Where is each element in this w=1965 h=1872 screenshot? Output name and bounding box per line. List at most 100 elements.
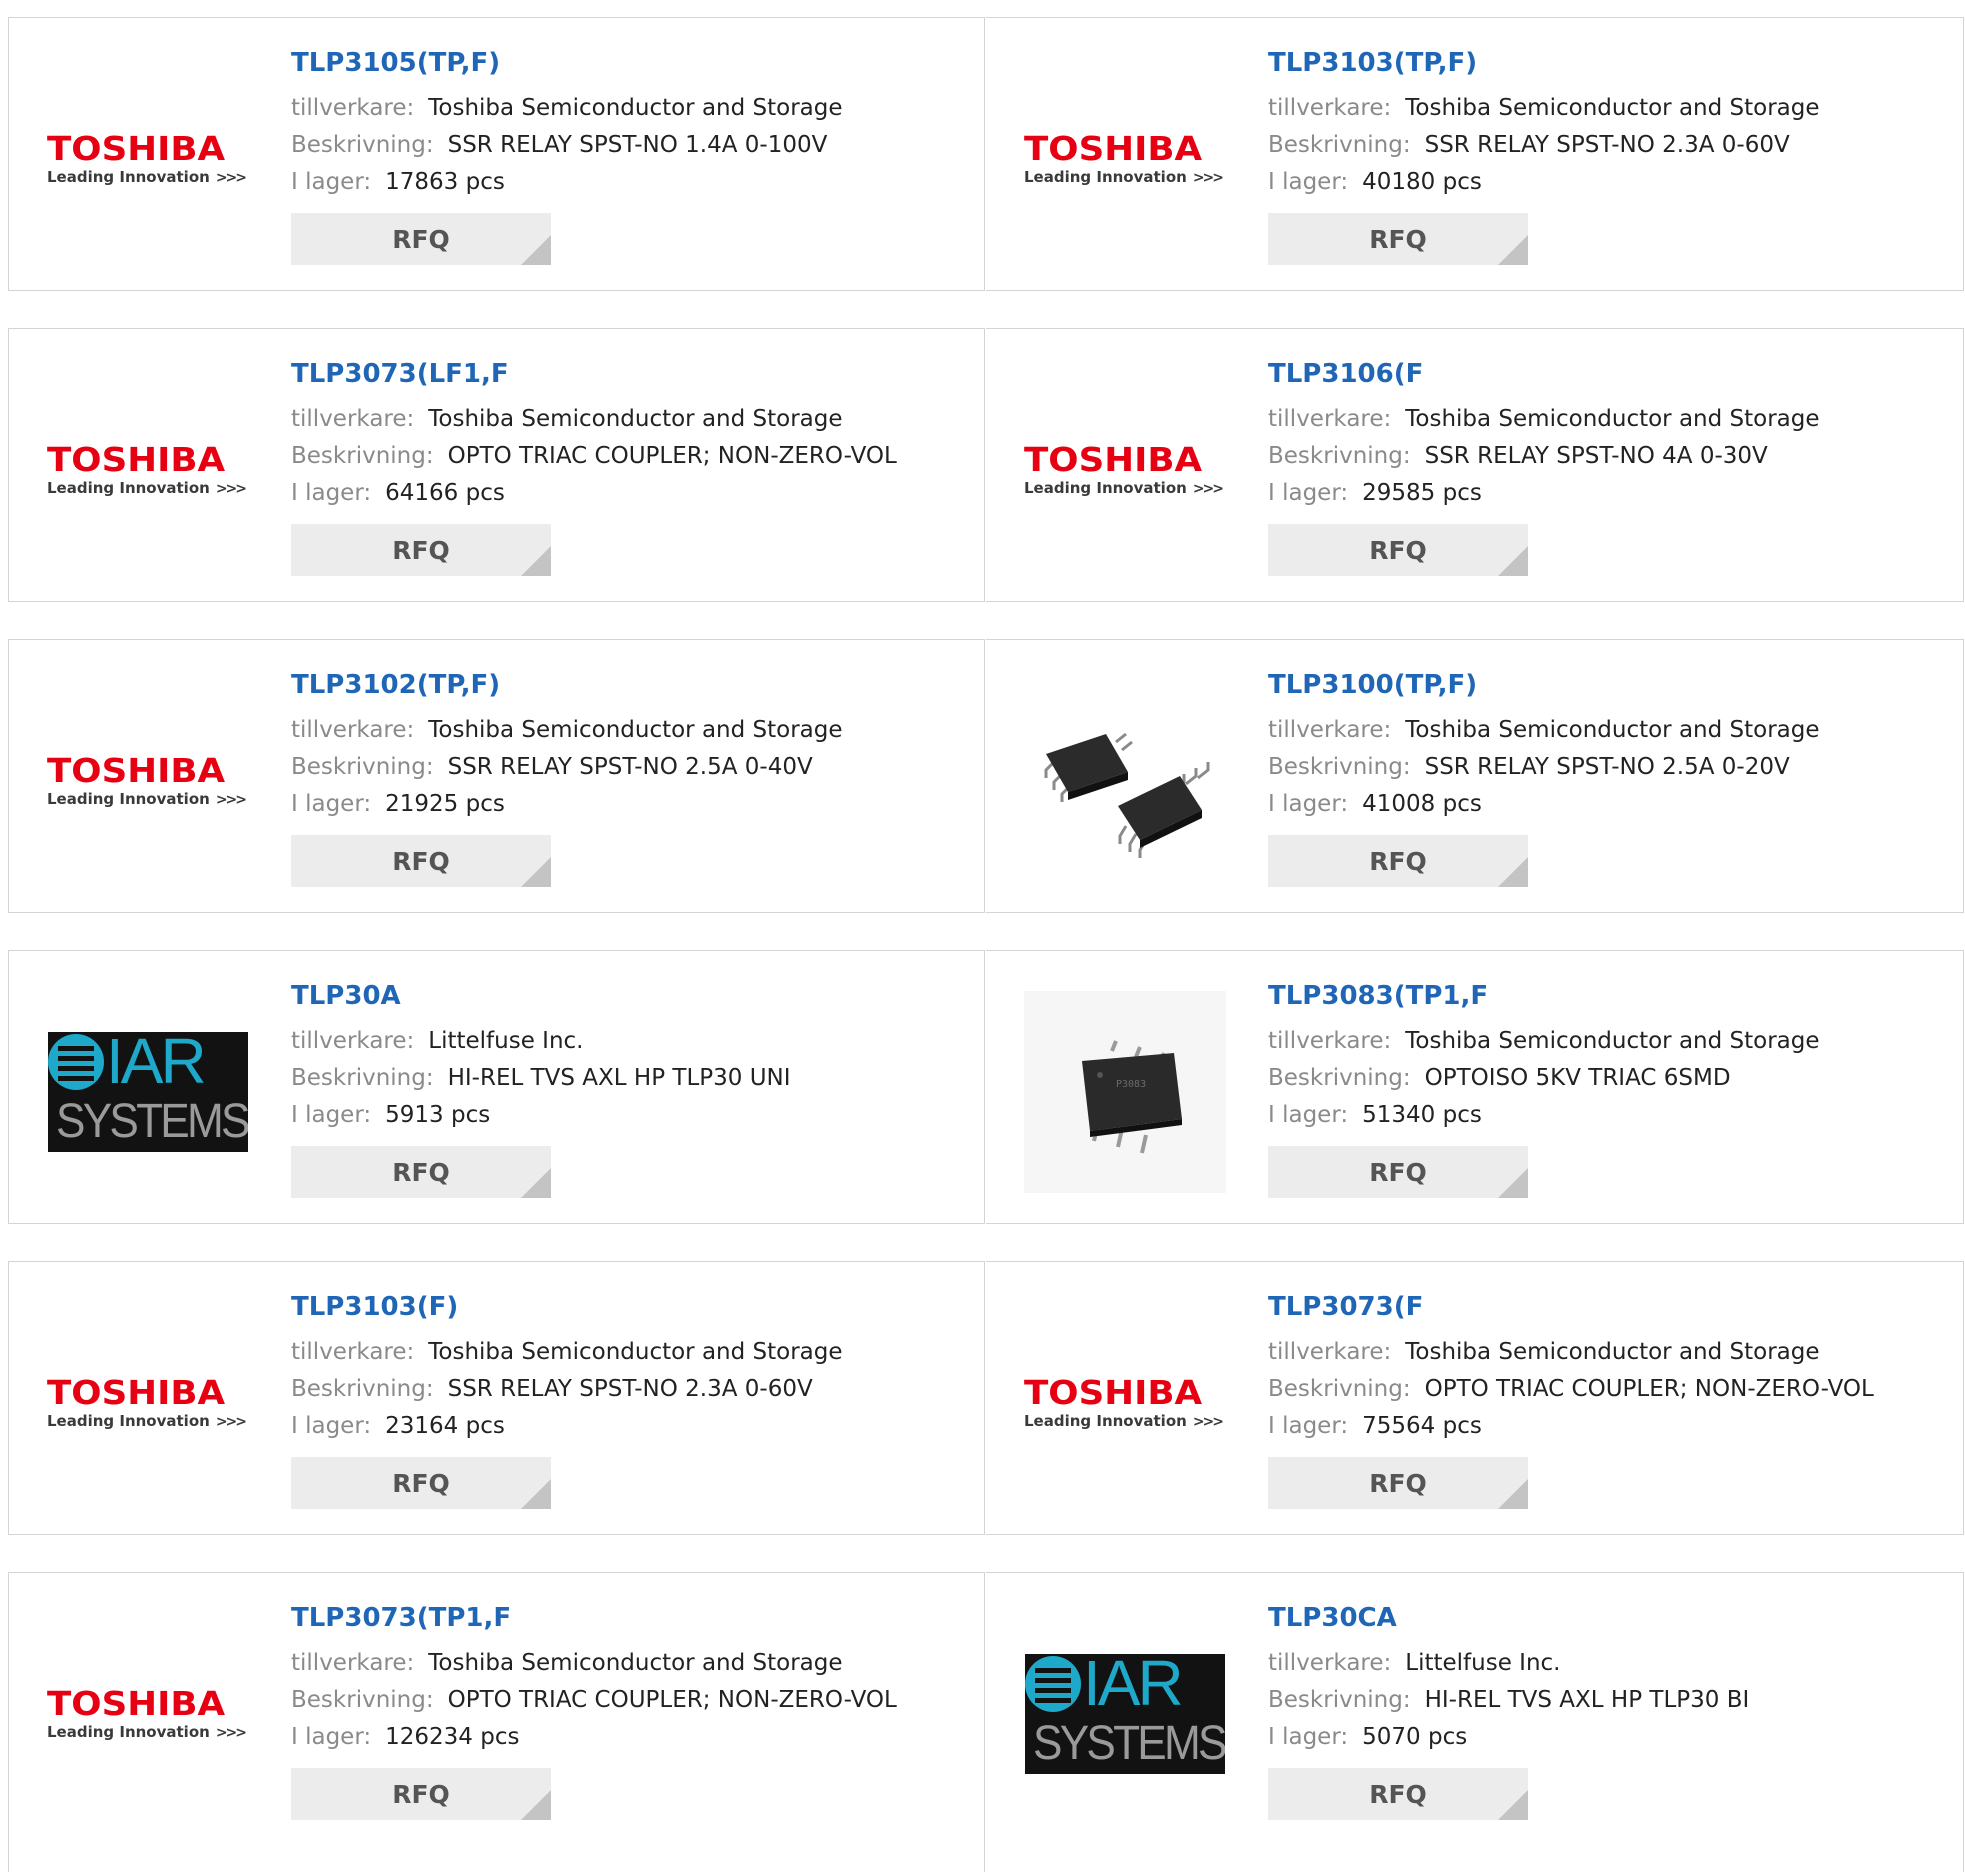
product-name-link[interactable]: TLP3106(F	[1268, 357, 1820, 391]
stock-line: I lager: 64166 pcs	[291, 475, 897, 512]
product-thumbnail[interactable]: P3083	[1024, 991, 1226, 1193]
product-info: TLP30A tillverkare: Littelfuse Inc. Beskr…	[291, 979, 791, 1198]
stock-line: I lager: 41008 pcs	[1268, 786, 1820, 823]
rfq-button-label: RFQ	[392, 535, 450, 565]
product-thumbnail[interactable]: TOSHIBA Leading Innovation >>>	[47, 1302, 249, 1504]
chevrons-icon: >>>	[215, 480, 247, 497]
description-label: Beskrivning:	[1268, 1065, 1411, 1091]
product-name-link[interactable]: TLP3103(F)	[291, 1290, 843, 1324]
stock-label: I lager:	[1268, 1413, 1349, 1439]
toshiba-logo-tagline: Leading Innovation >>>	[1024, 1411, 1224, 1430]
product-thumbnail[interactable]: TOSHIBA Leading Innovation >>>	[47, 680, 249, 882]
iar-logo-letters: IAR	[1083, 1654, 1184, 1719]
rfq-button[interactable]: RFQ	[1268, 1768, 1528, 1820]
product-thumbnail[interactable]: TOSHIBA Leading Innovation >>>	[1024, 58, 1226, 260]
stock-line: I lager: 29585 pcs	[1268, 475, 1820, 512]
rfq-button[interactable]: RFQ	[291, 1768, 551, 1820]
product-name-link[interactable]: TLP3105(TP,F)	[291, 46, 843, 80]
product-thumbnail[interactable]: TOSHIBA Leading Innovation >>>	[1024, 1302, 1226, 1504]
rfq-button[interactable]: RFQ	[1268, 835, 1528, 887]
product-thumbnail[interactable]: TOSHIBA Leading Innovation >>>	[47, 369, 249, 571]
product-thumbnail[interactable]: TOSHIBA Leading Innovation >>>	[47, 1613, 249, 1815]
manufacturer-value: Toshiba Semiconductor and Storage	[1405, 1339, 1820, 1365]
toshiba-logo: TOSHIBA Leading Innovation >>>	[1024, 1374, 1226, 1432]
manufacturer-line: tillverkare: Littelfuse Inc.	[1268, 1645, 1749, 1682]
rfq-button[interactable]: RFQ	[1268, 1146, 1528, 1198]
manufacturer-label: tillverkare:	[291, 717, 415, 743]
product-name-link[interactable]: TLP30A	[291, 979, 791, 1013]
rfq-button-label: RFQ	[1369, 846, 1427, 876]
rfq-button[interactable]: RFQ	[1268, 213, 1528, 265]
iar-logo-letters: IAR	[106, 1032, 207, 1097]
product-info: TLP3105(TP,F) tillverkare: Toshiba Semico…	[291, 46, 843, 265]
product-thumbnail[interactable]: TOSHIBA Leading Innovation >>>	[47, 58, 249, 260]
description-label: Beskrivning:	[1268, 1687, 1411, 1713]
product-grid: TOSHIBA Leading Innovation >>> TLP3105(TP…	[0, 0, 1965, 1872]
product-card: TOSHIBA Leading Innovation >>> TLP3106(F …	[986, 328, 1964, 602]
product-name-link[interactable]: TLP3103(TP,F)	[1268, 46, 1820, 80]
toshiba-logo-word: TOSHIBA	[47, 1372, 226, 1412]
product-thumbnail[interactable]	[1024, 680, 1226, 882]
stock-value: 21925 pcs	[385, 791, 505, 817]
manufacturer-label: tillverkare:	[1268, 717, 1392, 743]
rfq-corner-triangle	[1498, 235, 1528, 265]
toshiba-logo-tagline: Leading Innovation >>>	[47, 1411, 247, 1430]
stock-label: I lager:	[1268, 791, 1349, 817]
product-thumbnail[interactable]: TOSHIBA Leading Innovation >>>	[1024, 369, 1226, 571]
product-name-link[interactable]: TLP3073(LF1,F	[291, 357, 897, 391]
product-name-link[interactable]: TLP3100(TP,F)	[1268, 668, 1820, 702]
product-name-link[interactable]: TLP3102(TP,F)	[291, 668, 843, 702]
toshiba-logo: TOSHIBA Leading Innovation >>>	[1024, 441, 1226, 499]
rfq-button[interactable]: RFQ	[1268, 524, 1528, 576]
product-name-link[interactable]: TLP30CA	[1268, 1601, 1749, 1635]
toshiba-logo-word: TOSHIBA	[47, 439, 226, 479]
product-thumbnail[interactable]: IAR SYSTEMS	[1024, 1613, 1226, 1815]
rfq-button[interactable]: RFQ	[291, 213, 551, 265]
description-label: Beskrivning:	[291, 132, 434, 158]
description-line: Beskrivning: OPTOISO 5KV TRIAC 6SMD	[1268, 1060, 1820, 1097]
toshiba-logo-tagline: Leading Innovation >>>	[1024, 167, 1224, 186]
product-card: IAR SYSTEMS TLP30CA tillverkare: Littelfu…	[986, 1572, 1964, 1872]
rfq-button[interactable]: RFQ	[291, 1146, 551, 1198]
stock-line: I lager: 126234 pcs	[291, 1719, 897, 1756]
product-thumbnail[interactable]: IAR SYSTEMS	[47, 991, 249, 1193]
rfq-button[interactable]: RFQ	[291, 1457, 551, 1509]
rfq-corner-triangle	[1498, 1790, 1528, 1820]
description-line: Beskrivning: SSR RELAY SPST-NO 4A 0-30V	[1268, 438, 1820, 475]
toshiba-logo-tagline: Leading Innovation >>>	[47, 478, 247, 497]
product-name-link[interactable]: TLP3083(TP1,F	[1268, 979, 1820, 1013]
manufacturer-line: tillverkare: Toshiba Semiconductor and St…	[1268, 90, 1820, 127]
manufacturer-line: tillverkare: Toshiba Semiconductor and St…	[291, 1645, 897, 1682]
stock-label: I lager:	[291, 169, 372, 195]
toshiba-logo-word: TOSHIBA	[47, 1683, 226, 1723]
iar-globe-icon	[1025, 1656, 1081, 1712]
toshiba-logo-tagline: Leading Innovation >>>	[1024, 478, 1224, 497]
stock-label: I lager:	[291, 791, 372, 817]
product-info: TLP3073(LF1,F tillverkare: Toshiba Semico…	[291, 357, 897, 576]
rfq-button[interactable]: RFQ	[291, 835, 551, 887]
product-name-link[interactable]: TLP3073(F	[1268, 1290, 1874, 1324]
description-value: SSR RELAY SPST-NO 2.5A 0-40V	[447, 754, 813, 780]
product-name-link[interactable]: TLP3073(TP1,F	[291, 1601, 897, 1635]
description-line: Beskrivning: OPTO TRIAC COUPLER; NON-ZERO…	[291, 1682, 897, 1719]
rfq-button-label: RFQ	[1369, 224, 1427, 254]
rfq-button-label: RFQ	[1369, 1779, 1427, 1809]
stock-value: 126234 pcs	[385, 1724, 520, 1750]
rfq-corner-triangle	[1498, 546, 1528, 576]
rfq-button[interactable]: RFQ	[291, 524, 551, 576]
stock-value: 75564 pcs	[1362, 1413, 1482, 1439]
toshiba-logo: TOSHIBA Leading Innovation >>>	[1024, 130, 1226, 188]
manufacturer-label: tillverkare:	[1268, 1339, 1392, 1365]
rfq-corner-triangle	[521, 1479, 551, 1509]
manufacturer-line: tillverkare: Littelfuse Inc.	[291, 1023, 791, 1060]
product-row: TOSHIBA Leading Innovation >>> TLP3102(TP…	[8, 639, 1964, 915]
description-label: Beskrivning:	[1268, 132, 1411, 158]
rfq-button[interactable]: RFQ	[1268, 1457, 1528, 1509]
rfq-corner-triangle	[1498, 857, 1528, 887]
svg-text:P3083: P3083	[1116, 1079, 1146, 1090]
product-info: TLP3083(TP1,F tillverkare: Toshiba Semico…	[1268, 979, 1820, 1198]
product-row: TOSHIBA Leading Innovation >>> TLP3103(F)…	[8, 1261, 1964, 1537]
stock-value: 64166 pcs	[385, 480, 505, 506]
chevrons-icon: >>>	[1192, 480, 1224, 497]
toshiba-logo-word: TOSHIBA	[1024, 439, 1203, 479]
